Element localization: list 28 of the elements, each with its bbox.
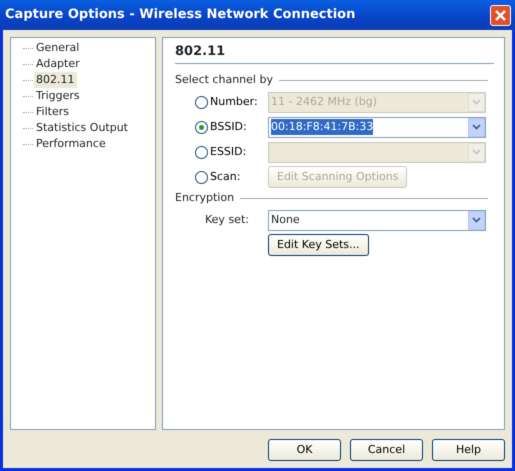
group-label: Select channel by [175,72,273,88]
caret-icon [468,210,485,230]
tree-item[interactable]: 802.11 [34,72,76,88]
close-icon [495,10,506,20]
tree-item[interactable]: Filters [34,104,71,120]
tree-item[interactable]: Triggers [34,88,82,104]
close-button[interactable] [490,4,511,26]
dialog-button[interactable]: OK [268,439,341,461]
dropdown-value: 00:18:F8:41:7B:33 [271,118,374,136]
page-title: 802.11 [175,38,494,64]
dropdown[interactable]: 00:18:F8:41:7B:33 [268,116,486,138]
caret-icon [468,118,485,136]
tree-item[interactable]: Statistics Output [34,120,130,136]
caret-icon [468,92,485,112]
dropdown-value: 11 - 2462 MHz (bg) [271,94,378,110]
dropdown[interactable]: None [268,210,486,230]
dropdown-value: None [271,212,300,228]
dialog-button[interactable]: Help [432,439,505,461]
group-label: Encryption [175,190,234,206]
caret-icon [468,142,485,162]
tree-item[interactable]: General [34,40,82,56]
edit-key-sets-button[interactable]: Edit Key Sets... [268,234,369,256]
window-title: Capture Options - Wireless Network Connection [5,6,356,24]
dialog-button[interactable]: Cancel [350,439,423,461]
radio-option[interactable]: BSSID: [195,118,268,136]
tree-item[interactable]: Performance [34,136,108,152]
tree-item[interactable]: Adapter [34,56,82,72]
key-set-label: Key set: [204,212,250,228]
